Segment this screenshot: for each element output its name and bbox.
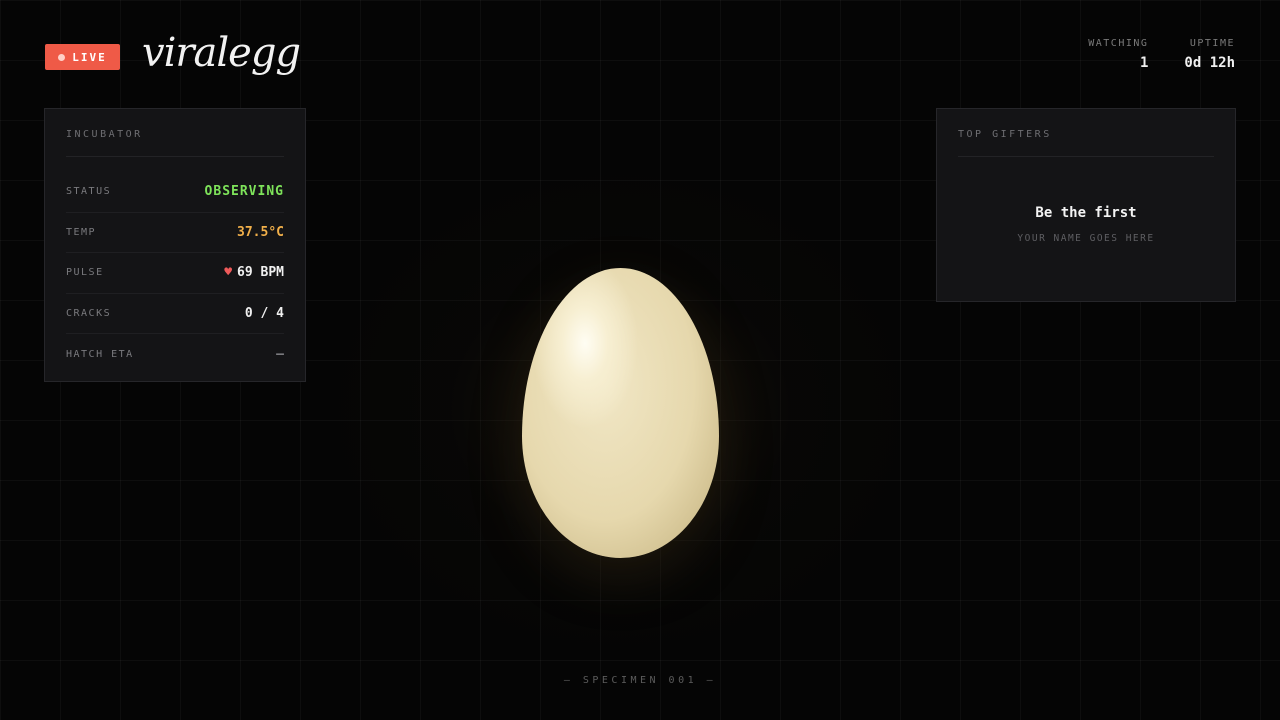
live-dot-icon [58, 53, 66, 61]
cracks-value: 0 / 4 [244, 305, 284, 321]
uptime-value: 0d 12h [1184, 55, 1235, 71]
live-label: LIVE [72, 50, 107, 64]
pulse-value: 69 BPM [237, 265, 284, 281]
watching-label: WATCHING [1088, 38, 1149, 49]
temp-label: TEMP [66, 226, 97, 238]
status-label: STATUS [66, 186, 112, 198]
hatch-eta-value: — [276, 346, 284, 362]
pulse-value-group: ♥ 69 BPM [224, 265, 284, 280]
hatch-eta-row: HATCH ETA — [66, 334, 284, 375]
gifters-empty-title: Be the first [1035, 205, 1137, 221]
logo: viralegg [142, 30, 301, 76]
status-value: OBSERVING [204, 184, 284, 200]
stream-stats: WATCHING 1 UPTIME 0d 12h [1088, 38, 1235, 71]
incubator-title: INCUBATOR [66, 129, 143, 140]
top-gifters-panel: TOP GIFTERS Be the first YOUR NAME GOES … [936, 108, 1236, 302]
specimen-label: — SPECIMEN 001 — [563, 675, 717, 686]
live-badge: LIVE [45, 44, 120, 70]
temp-row: TEMP 37.5°C [66, 213, 284, 253]
pulse-row: PULSE ♥ 69 BPM [66, 253, 284, 294]
uptime-label: UPTIME [1189, 38, 1235, 49]
temp-value: 37.5°C [237, 224, 284, 240]
heart-icon: ♥ [224, 265, 233, 281]
pulse-label: PULSE [66, 267, 104, 279]
gifters-empty-subtitle: YOUR NAME GOES HERE [1017, 233, 1155, 244]
cracks-label: CRACKS [66, 307, 112, 319]
watching-stat: WATCHING 1 [1088, 38, 1148, 71]
status-row: STATUS OBSERVING [66, 172, 284, 213]
uptime-stat: UPTIME 0d 12h [1184, 38, 1235, 71]
cracks-row: CRACKS 0 / 4 [66, 294, 284, 334]
gifters-title: TOP GIFTERS [958, 129, 1052, 140]
hatch-eta-label: HATCH ETA [66, 348, 134, 360]
egg[interactable] [522, 268, 719, 558]
incubator-panel: INCUBATOR STATUS OBSERVING TEMP 37.5°C P… [44, 108, 306, 382]
watching-value: 1 [1139, 55, 1149, 71]
